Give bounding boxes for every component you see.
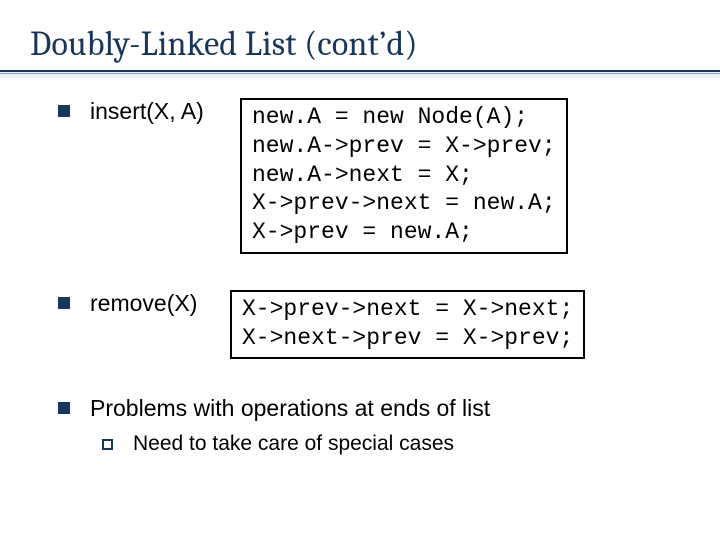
- slide-body: insert(X, A) new.A = new Node(A); new.A-…: [28, 98, 692, 456]
- problems-text: Problems with operations at ends of list: [90, 395, 490, 422]
- remove-code-box: X->prev->next = X->next; X->next->prev =…: [230, 290, 585, 360]
- sub-bullet: Need to take care of special cases: [102, 432, 692, 456]
- square-bullet-icon: [58, 402, 70, 414]
- title-underline: [28, 70, 692, 78]
- square-bullet-icon: [58, 105, 70, 117]
- bullet-insert: insert(X, A) new.A = new Node(A); new.A-…: [58, 98, 692, 254]
- bullet-remove: remove(X) X->prev->next = X->next; X->ne…: [58, 290, 692, 360]
- bullet-problems: Problems with operations at ends of list…: [58, 395, 692, 456]
- slide: Doubly-Linked List (cont’d) insert(X, A)…: [0, 0, 720, 540]
- slide-title: Doubly-Linked List (cont’d): [30, 24, 692, 64]
- square-bullet-icon: [58, 297, 70, 309]
- insert-code-box: new.A = new Node(A); new.A->prev = X->pr…: [240, 98, 568, 254]
- insert-label: insert(X, A): [90, 98, 228, 125]
- subtext: Need to take care of special cases: [133, 432, 454, 456]
- open-square-bullet-icon: [102, 439, 113, 450]
- remove-label: remove(X): [90, 290, 220, 317]
